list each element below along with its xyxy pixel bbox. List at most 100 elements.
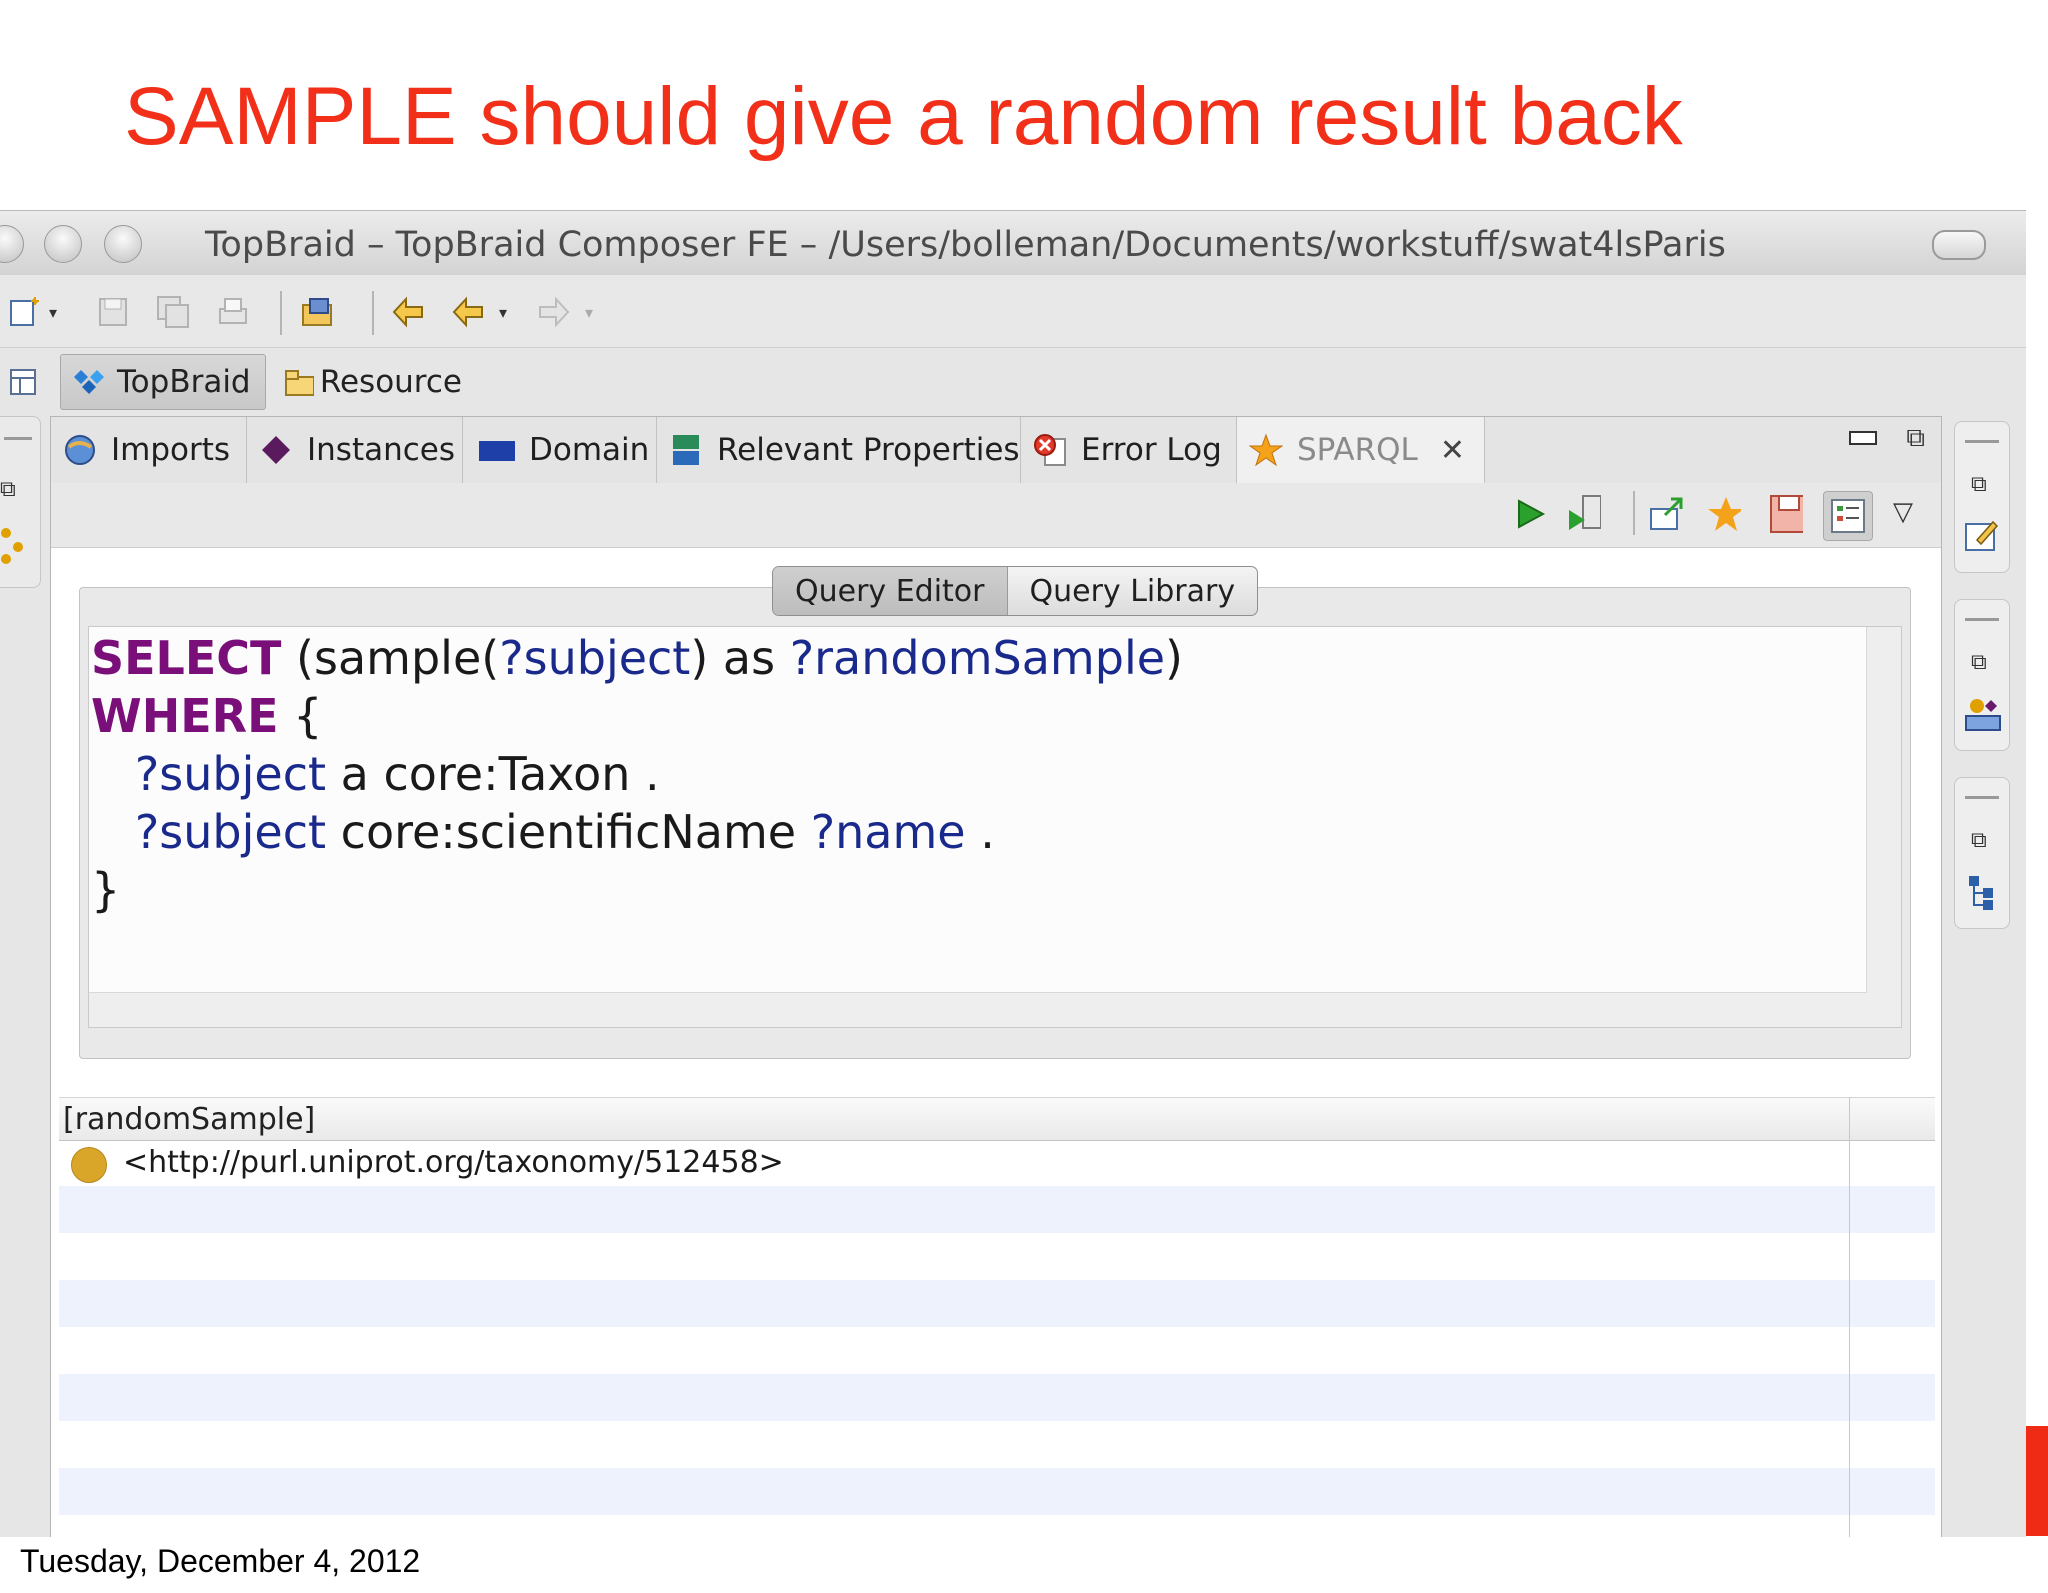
tab-domain[interactable]: Domain [463, 417, 657, 483]
export-results-icon[interactable] [1649, 497, 1683, 531]
last-edit-icon[interactable] [392, 295, 426, 329]
query-text: ) as [690, 631, 790, 685]
save-all-icon[interactable] [156, 295, 190, 329]
toolbar-toggle-button[interactable] [1932, 230, 1986, 260]
open-perspective-icon[interactable] [8, 364, 42, 398]
restore-icon-1[interactable]: ⧉ [1971, 472, 1987, 497]
table-row [59, 1468, 1935, 1515]
horizontal-scrollbar[interactable] [89, 992, 1867, 1027]
minimize-window-button[interactable] [44, 225, 82, 263]
query-text: . [965, 805, 995, 859]
star-icon [1249, 433, 1283, 467]
right-trim-stack-3: ⧉ [1954, 777, 2010, 929]
tab-relevant-properties-label: Relevant Properties [717, 432, 1020, 468]
close-window-button[interactable] [0, 225, 24, 263]
column-separator[interactable] [1849, 1097, 1850, 1537]
restore-icon-3[interactable]: ⧉ [1971, 828, 1987, 853]
maximize-view-icon[interactable]: ⧉ [1906, 423, 1925, 454]
editor-mode-switch: Query Editor Query Library [772, 566, 1259, 616]
query-textarea[interactable]: SELECT (sample(?subject) as ?randomSampl… [88, 626, 1902, 1028]
tab-domain-label: Domain [529, 432, 650, 468]
tree-icon[interactable] [1965, 872, 2001, 916]
new-file-icon[interactable] [8, 295, 42, 329]
perspective-resource[interactable]: Resource [272, 354, 472, 410]
forward-icon[interactable] [536, 295, 570, 329]
hierarchy-icon[interactable] [0, 527, 26, 571]
back-icon[interactable] [452, 295, 486, 329]
sparql-variable: ?subject [499, 631, 691, 685]
query-line: ?subject a core:Taxon . [91, 747, 660, 801]
slide-accent-bar [2026, 1426, 2048, 1536]
class-view-icon[interactable] [1963, 694, 2003, 738]
close-tab-icon[interactable]: ✕ [1440, 433, 1465, 468]
table-row [59, 1327, 1935, 1374]
query-text: } [91, 863, 121, 917]
query-text [91, 747, 135, 801]
app-window: TopBraid – TopBraid Composer FE – /Users… [0, 210, 2026, 1537]
query-text: a core:Taxon . [326, 747, 660, 801]
query-text [91, 805, 135, 859]
tab-imports[interactable]: Imports [51, 417, 247, 483]
sparql-variable: ?randomSample [789, 631, 1166, 685]
forward-dropdown-icon[interactable]: ▾ [580, 295, 598, 329]
query-line: WHERE { [91, 689, 322, 743]
domain-icon [479, 441, 515, 461]
error-log-icon [1034, 434, 1066, 466]
toggle-layout-icon[interactable] [1823, 491, 1873, 541]
footer-date: Tuesday, December 4, 2012 [20, 1543, 421, 1579]
table-row [59, 1421, 1935, 1468]
back-dropdown-icon[interactable]: ▾ [494, 295, 512, 329]
table-row[interactable]: <http://purl.uniprot.org/taxonomy/512458… [59, 1139, 1935, 1186]
slide-title: SAMPLE should give a random result back [124, 71, 1683, 162]
query-text: core:scientificName [326, 805, 811, 859]
tab-instances-label: Instances [307, 432, 456, 468]
vertical-scrollbar[interactable] [1866, 627, 1901, 1027]
print-icon[interactable] [216, 295, 250, 329]
resource-folder-icon [285, 370, 314, 396]
query-line: } [91, 863, 120, 917]
tab-error-log[interactable]: Error Log [1021, 417, 1237, 483]
tab-relevant-properties[interactable]: Relevant Properties [657, 417, 1021, 483]
result-cell[interactable]: <http://purl.uniprot.org/taxonomy/512458… [123, 1145, 784, 1180]
topbraid-icon [74, 370, 104, 394]
sparql-keyword: WHERE [91, 689, 279, 743]
execute-to-file-icon[interactable] [1567, 495, 1601, 531]
execute-query-icon[interactable] [1513, 497, 1547, 531]
column-header-random-sample[interactable]: [randomSample] [63, 1102, 315, 1137]
view-menu-icon[interactable]: ▽ [1893, 497, 1913, 527]
table-row [59, 1374, 1935, 1421]
right-trim-stack-1: ⧉ [1954, 421, 2010, 573]
tab-imports-label: Imports [111, 432, 231, 468]
restore-icon-2[interactable]: ⧉ [1971, 650, 1987, 675]
tab-sparql-label: SPARQL [1297, 432, 1418, 468]
save-query-icon[interactable] [1769, 495, 1803, 533]
query-line: ?subject core:scientificName ?name . [91, 805, 995, 859]
properties-icon [673, 435, 699, 465]
table-row [59, 1280, 1935, 1327]
open-type-icon[interactable] [300, 295, 334, 329]
imports-icon [65, 435, 95, 465]
tab-query-editor[interactable]: Query Editor [773, 567, 1008, 615]
sparql-keyword: SELECT [91, 631, 282, 685]
window-title: TopBraid – TopBraid Composer FE – /Users… [205, 225, 1726, 265]
save-icon[interactable] [96, 295, 130, 329]
restore-icon[interactable]: ⧉ [0, 477, 16, 502]
favorite-query-icon[interactable] [1707, 497, 1741, 531]
sparql-variable: ?subject [134, 805, 327, 859]
perspective-topbraid-label: TopBraid [117, 364, 251, 400]
sparql-variable: ?subject [134, 747, 327, 801]
tab-instances[interactable]: Instances [247, 417, 463, 483]
results-header[interactable]: [randomSample] [59, 1097, 1935, 1141]
query-text: { [278, 689, 323, 743]
perspective-topbraid[interactable]: TopBraid [60, 354, 266, 410]
sparql-variable: ?name [810, 805, 966, 859]
table-row [59, 1233, 1935, 1280]
query-text: (sample( [281, 631, 500, 685]
tab-sparql[interactable]: SPARQL ✕ [1237, 417, 1485, 483]
zoom-window-button[interactable] [104, 225, 142, 263]
minimize-view-icon[interactable] [1849, 431, 1877, 445]
edit-icon[interactable] [1963, 516, 2001, 558]
new-dropdown-icon[interactable]: ▾ [44, 295, 62, 329]
tab-query-library[interactable]: Query Library [1008, 567, 1258, 615]
sparql-view-panel: Imports Instances Domain Relevant Proper… [50, 416, 1942, 1537]
